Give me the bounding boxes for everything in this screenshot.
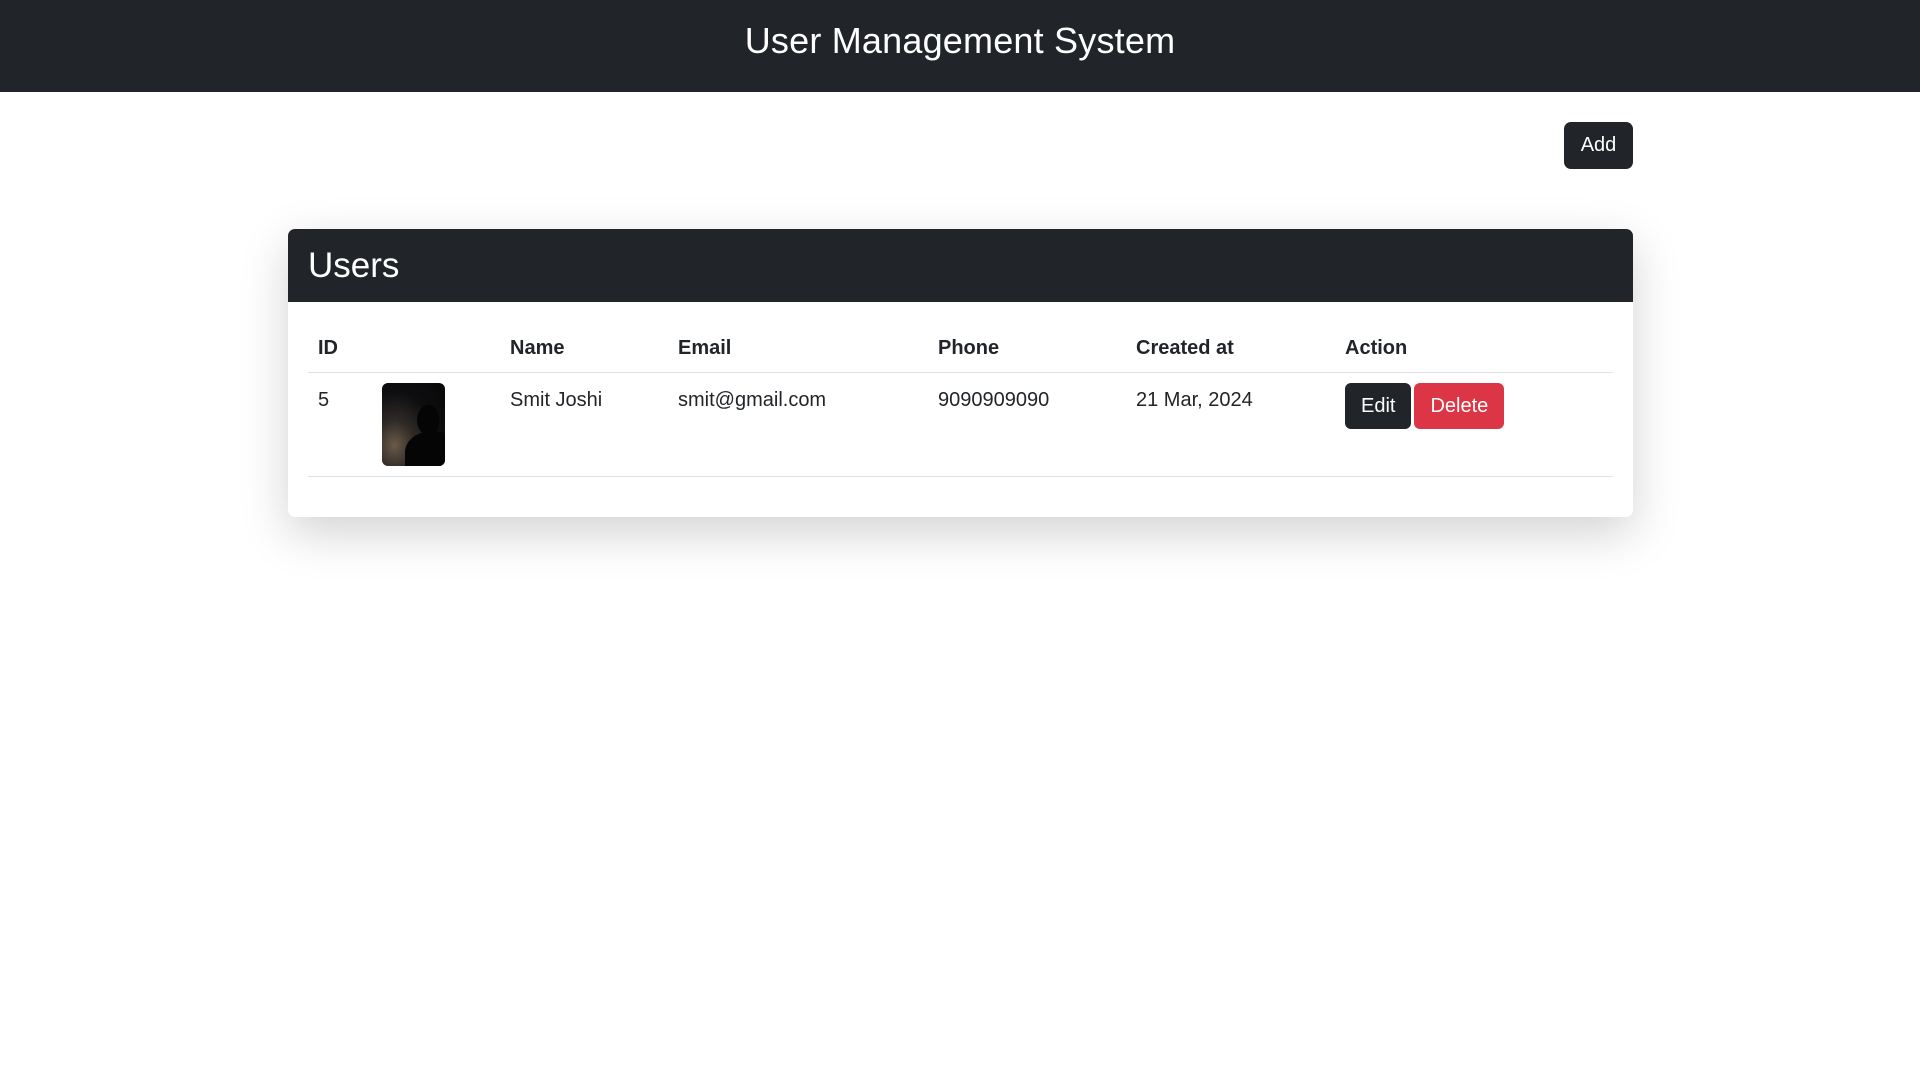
- cell-actions: Edit Delete: [1335, 372, 1613, 477]
- card-title: Users: [308, 245, 400, 285]
- edit-button[interactable]: Edit: [1345, 383, 1412, 429]
- column-header-phone: Phone: [928, 324, 1126, 373]
- card-header: Users: [288, 229, 1633, 302]
- cell-created-at: 21 Mar, 2024: [1126, 372, 1335, 477]
- users-card: Users ID Name Email Phone Created at Act…: [288, 229, 1633, 517]
- column-header-id: ID: [308, 324, 372, 373]
- cell-name: Smit Joshi: [500, 372, 668, 477]
- cell-id: 5: [308, 372, 372, 477]
- column-header-action: Action: [1335, 324, 1613, 373]
- delete-button[interactable]: Delete: [1414, 383, 1505, 429]
- user-avatar: [382, 383, 445, 466]
- cell-email: smit@gmail.com: [668, 372, 928, 477]
- column-header-created-at: Created at: [1126, 324, 1335, 373]
- top-navbar: User Management System: [0, 0, 1920, 92]
- cell-avatar: [372, 372, 500, 477]
- column-header-email: Email: [668, 324, 928, 373]
- column-header-image: [372, 324, 500, 373]
- avatar-silhouette-head: [417, 405, 439, 435]
- column-header-name: Name: [500, 324, 668, 373]
- avatar-silhouette-body: [405, 432, 445, 466]
- card-body: ID Name Email Phone Created at Action 5: [288, 302, 1633, 477]
- app-title: User Management System: [744, 20, 1176, 61]
- table-header-row: ID Name Email Phone Created at Action: [308, 324, 1613, 373]
- cell-phone: 9090909090: [928, 372, 1126, 477]
- users-table: ID Name Email Phone Created at Action 5: [308, 324, 1613, 477]
- table-row: 5 Smit Joshi smit@gmail.com 9090909090 2…: [308, 372, 1613, 477]
- add-user-button[interactable]: Add: [1564, 122, 1633, 169]
